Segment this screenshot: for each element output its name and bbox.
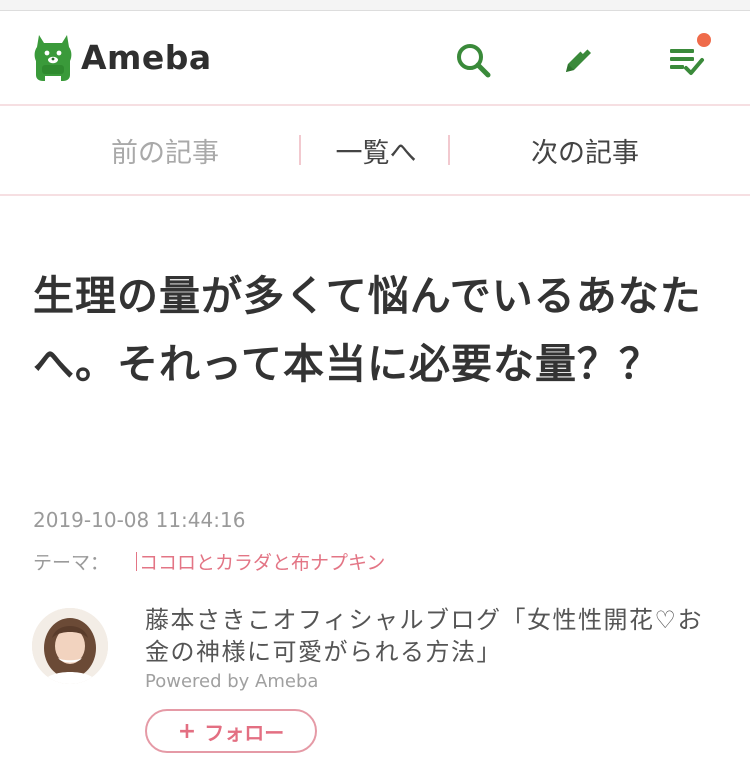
article-title: 生理の量が多くて悩んでいるあなたへ。それって本当に必要な量？？ <box>33 272 702 388</box>
blogger-avatar[interactable] <box>32 608 108 684</box>
notification-badge <box>697 33 711 47</box>
plus-icon: + <box>177 718 197 744</box>
pager-divider <box>299 135 301 165</box>
site-header: Ameba <box>0 11 750 106</box>
write-post-button[interactable] <box>557 39 599 81</box>
avatar-photo <box>32 608 108 684</box>
article-list-link[interactable]: 一覧へ <box>302 106 450 194</box>
logo-text: Ameba <box>81 37 212 77</box>
feed-button[interactable] <box>665 33 711 81</box>
follow-button[interactable]: + フォロー <box>145 709 317 753</box>
search-button[interactable] <box>452 39 494 81</box>
page: Ameba 前の記事 一覧へ 次の記事 生理の量が多くて悩んでいるあなたへ。それ… <box>0 0 750 759</box>
ameba-mascot-icon <box>34 35 72 81</box>
browser-top-bar <box>0 0 750 11</box>
ameba-logo[interactable]: Ameba <box>33 31 212 83</box>
search-icon <box>457 44 491 78</box>
prev-article-link[interactable]: 前の記事 <box>0 106 330 194</box>
theme-value: ココロとカラダと布ナプキン <box>139 552 386 574</box>
pencil-icon <box>566 44 591 72</box>
article-pager: 前の記事 一覧へ 次の記事 <box>0 106 750 196</box>
next-article-link[interactable]: 次の記事 <box>450 106 720 194</box>
blog-name-link[interactable]: 藤本さきこオフィシャルブログ「女性性開花♡お金の神様に可愛がられる方法」 <box>145 604 705 668</box>
theme-marker <box>136 552 137 571</box>
powered-by: Powered by Ameba <box>145 671 319 692</box>
theme-label: テーマ： <box>33 552 110 574</box>
follow-label: フォロー <box>204 720 285 745</box>
article-datetime: 2019-10-08 11:44:16 <box>33 508 246 532</box>
theme-link[interactable]: ココロとカラダと布ナプキン <box>136 548 385 575</box>
